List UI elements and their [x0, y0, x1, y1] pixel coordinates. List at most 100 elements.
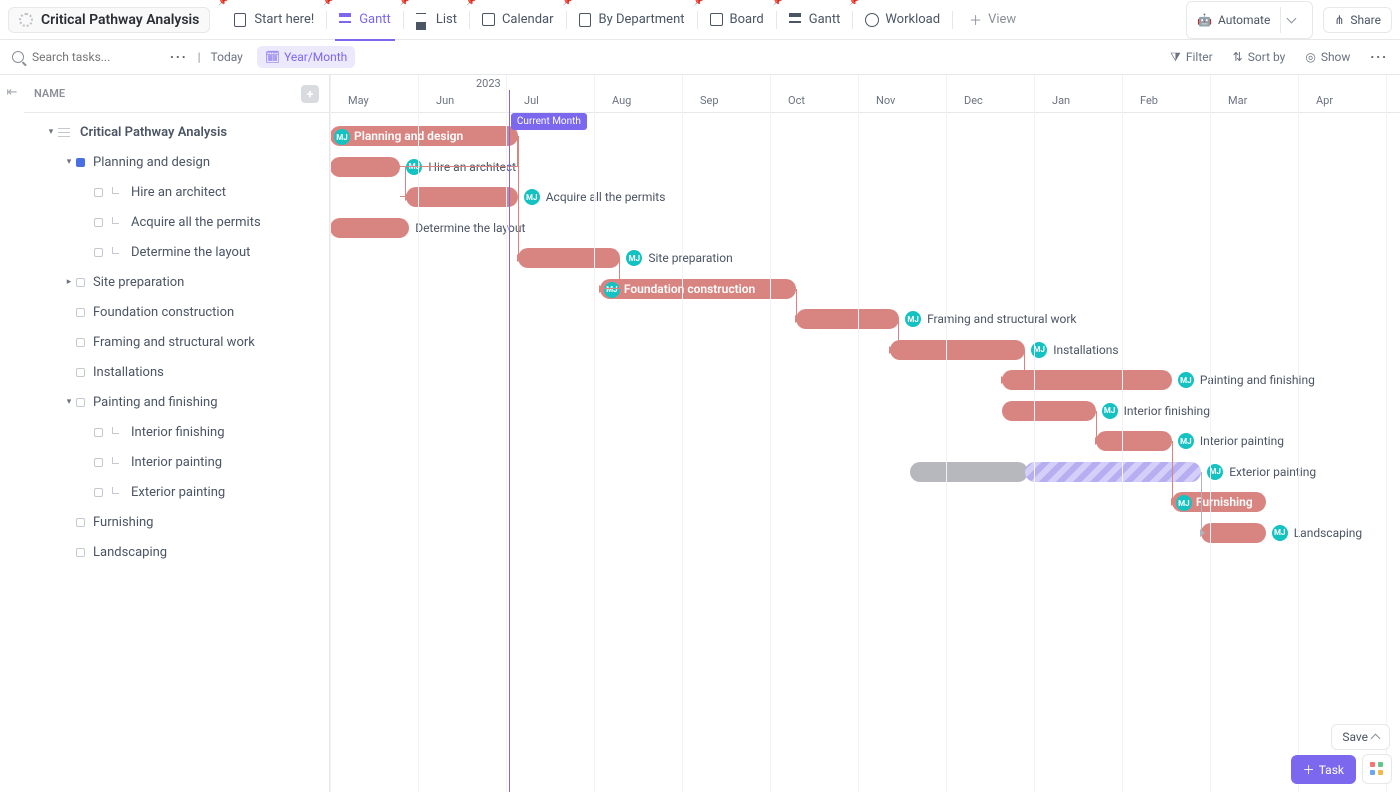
- subtask-icon: [111, 187, 123, 197]
- view-label: Board: [730, 12, 764, 27]
- search-input[interactable]: [30, 49, 170, 65]
- toolbar: ··· | Today 🗓 Year/Month ⧩ Filter ⇅ Sort…: [0, 40, 1400, 75]
- automate-button[interactable]: 🤖 Automate: [1186, 1, 1313, 39]
- current-month-badge: Current Month: [511, 113, 587, 130]
- month-label: Nov: [876, 94, 895, 107]
- add-view-button[interactable]: ＋ View: [957, 0, 1028, 40]
- timescale-button[interactable]: 🗓 Year/Month: [257, 46, 355, 68]
- view-tab-board[interactable]: 📌 Board: [698, 0, 776, 40]
- sort-label: Sort by: [1248, 50, 1286, 64]
- gantt-bar[interactable]: MJFoundation construction: [600, 279, 797, 299]
- gantt-bar-inactive[interactable]: [910, 462, 1028, 482]
- view-label: List: [436, 12, 457, 27]
- gantt-row: MJAcquire all the permits: [330, 182, 1400, 212]
- toolbar-more-button[interactable]: ···: [1370, 50, 1388, 64]
- status-square-icon: [94, 488, 103, 497]
- gantt-row: MJInterior painting: [330, 426, 1400, 456]
- expand-arrow-icon[interactable]: ▾: [62, 397, 76, 407]
- task-tree-item[interactable]: Landscaping: [24, 537, 329, 567]
- new-task-button[interactable]: ＋ Task: [1291, 755, 1356, 784]
- task-tree-item[interactable]: Installations: [24, 357, 329, 387]
- gantt-bar[interactable]: [1025, 462, 1201, 482]
- plus-icon: ＋: [1303, 761, 1315, 778]
- gantt-row: MJFoundation construction: [330, 274, 1400, 304]
- task-tree-item[interactable]: Exterior painting: [24, 477, 329, 507]
- task-label: Interior finishing: [131, 425, 225, 440]
- assignee-avatar: MJ: [406, 159, 422, 175]
- apps-button[interactable]: [1362, 754, 1392, 784]
- gantt-bar[interactable]: [890, 340, 1025, 360]
- save-button[interactable]: Save: [1331, 724, 1390, 750]
- show-button[interactable]: ◎ Show: [1305, 50, 1350, 64]
- gantt-bar[interactable]: [330, 218, 409, 238]
- grid-line: [594, 75, 595, 792]
- view-tab-start-here[interactable]: 📌 Start here!: [222, 0, 326, 40]
- filter-label: Filter: [1186, 50, 1213, 64]
- assignee-avatar: MJ: [604, 282, 620, 298]
- gantt-bar[interactable]: [796, 309, 899, 329]
- task-tree-item[interactable]: ▸Site preparation: [24, 267, 329, 297]
- grid-line: [1034, 75, 1035, 792]
- project-title-box[interactable]: Critical Pathway Analysis: [8, 7, 210, 33]
- task-tree-item[interactable]: ▾Critical Pathway Analysis: [24, 117, 329, 147]
- view-tab-list[interactable]: 📌 List: [404, 0, 469, 40]
- gantt-bar[interactable]: [1096, 431, 1172, 451]
- gantt-chart[interactable]: 2023 MayJunJulAugSepOctNovDecJanFebMarAp…: [330, 75, 1400, 792]
- search-more-button[interactable]: ···: [170, 50, 188, 64]
- task-tree-item[interactable]: Determine the layout: [24, 237, 329, 267]
- task-tree-item[interactable]: Acquire all the permits: [24, 207, 329, 237]
- timeline-header: 2023 MayJunJulAugSepOctNovDecJanFebMarAp…: [330, 75, 1400, 113]
- task-label: Acquire all the permits: [131, 215, 261, 230]
- calendar-icon: 🗓: [265, 50, 280, 64]
- task-tree-item[interactable]: Hire an architect: [24, 177, 329, 207]
- bar-label-group: MJInterior finishing: [1102, 401, 1210, 421]
- view-tab-by-department[interactable]: 📌 By Department: [567, 0, 697, 40]
- chevron-down-icon[interactable]: [1280, 7, 1302, 33]
- bar-label: Acquire all the permits: [546, 190, 666, 204]
- gantt-bar[interactable]: [1002, 401, 1096, 421]
- view-tab-calendar[interactable]: 📌 Calendar: [470, 0, 566, 40]
- collapse-sidebar-button[interactable]: ⇤: [0, 75, 24, 792]
- view-tab-workload[interactable]: 📌 Workload: [853, 0, 952, 40]
- chevron-up-icon: [1372, 730, 1379, 744]
- month-label: Jan: [1052, 94, 1070, 107]
- gantt-bar[interactable]: [406, 187, 517, 207]
- expand-arrow-icon[interactable]: ▸: [62, 277, 76, 287]
- month-label: Sep: [700, 94, 719, 107]
- filter-button[interactable]: ⧩ Filter: [1170, 50, 1213, 65]
- gantt-bar[interactable]: [1002, 370, 1172, 390]
- status-square-icon: [76, 278, 85, 287]
- month-label: Oct: [788, 94, 805, 107]
- task-tree: ▾Critical Pathway Analysis▾Planning and …: [24, 113, 329, 567]
- task-tree-item[interactable]: ▾Painting and finishing: [24, 387, 329, 417]
- sort-button[interactable]: ⇅ Sort by: [1233, 50, 1286, 64]
- task-tree-item[interactable]: Furnishing: [24, 507, 329, 537]
- gantt-bar[interactable]: MJPlanning and design: [330, 126, 518, 146]
- add-column-button[interactable]: +: [301, 85, 319, 103]
- task-tree-item[interactable]: ▾ Planning and design: [24, 147, 329, 177]
- gantt-bar[interactable]: [330, 157, 400, 177]
- task-tree-item[interactable]: Interior finishing: [24, 417, 329, 447]
- task-tree-item[interactable]: Foundation construction: [24, 297, 329, 327]
- task-label: Planning and design: [93, 155, 210, 170]
- gantt-bar[interactable]: MJFurnishing: [1172, 492, 1266, 512]
- gantt-row: MJFurnishing: [330, 487, 1400, 517]
- task-tree-item[interactable]: Interior painting: [24, 447, 329, 477]
- pin-icon: 📌: [773, 0, 783, 6]
- expand-arrow-icon[interactable]: ▾: [62, 157, 76, 167]
- share-button[interactable]: ⋔ Share: [1323, 7, 1392, 33]
- expand-arrow-icon[interactable]: ▾: [44, 127, 58, 137]
- robot-icon: 🤖: [1197, 13, 1212, 27]
- gantt-bar[interactable]: [518, 248, 621, 268]
- view-tab-gantt[interactable]: 📌 Gantt: [327, 0, 403, 40]
- assignee-avatar: MJ: [626, 250, 642, 266]
- year-label: 2023: [476, 77, 501, 90]
- view-label: Start here!: [254, 12, 314, 27]
- grid-line: [1210, 75, 1211, 792]
- gantt-row: Determine the layout: [330, 213, 1400, 243]
- task-tree-item[interactable]: Framing and structural work: [24, 327, 329, 357]
- view-tab-gantt-2[interactable]: 📌 Gantt: [777, 0, 853, 40]
- bar-label: Foundation construction: [624, 279, 755, 299]
- task-label: Exterior painting: [131, 485, 225, 500]
- today-button[interactable]: Today: [211, 50, 243, 64]
